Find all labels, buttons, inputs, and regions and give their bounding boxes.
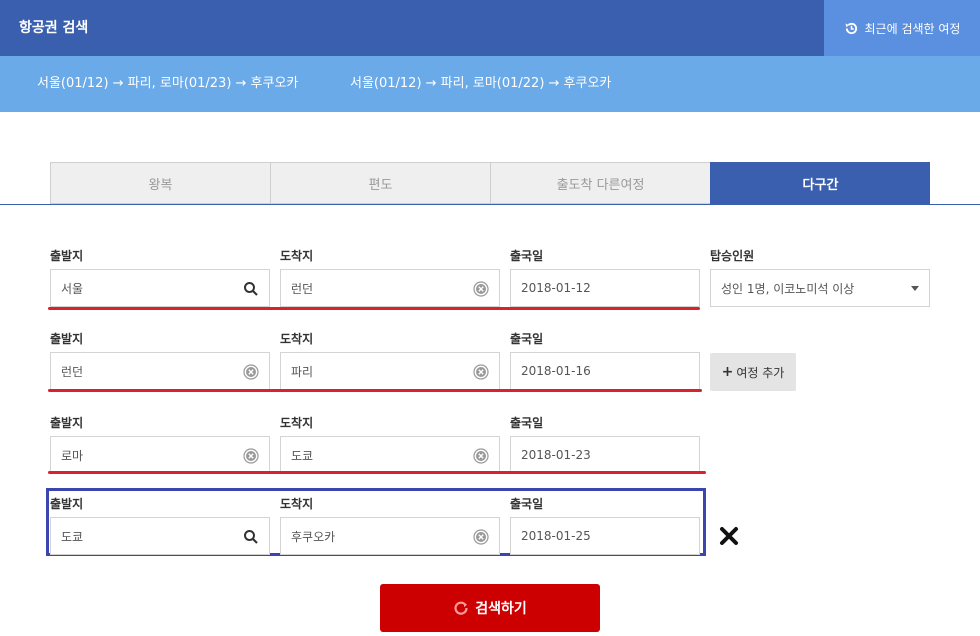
destination-value: 도쿄 <box>291 448 314 463</box>
origin-label: 출발지 <box>50 249 84 263</box>
clear-icon[interactable] <box>243 448 259 464</box>
destination-field[interactable]: 도쿄 <box>280 436 500 474</box>
top-bar: 항공권 검색 최근에 검색한 여정 <box>0 0 980 56</box>
annotation-underline <box>48 389 702 392</box>
destination-label: 도착지 <box>280 497 314 511</box>
search-label: 검색하기 <box>475 601 527 617</box>
tab-round-trip[interactable]: 왕복 <box>50 162 270 204</box>
origin-field[interactable]: 로마 <box>50 436 270 474</box>
date-label: 출국일 <box>510 249 544 263</box>
origin-field[interactable]: 서울 <box>50 269 270 307</box>
date-value: 2018-01-16 <box>521 364 591 378</box>
destination-field[interactable]: 런던 <box>280 269 500 307</box>
clear-icon[interactable] <box>473 448 489 464</box>
destination-label: 도착지 <box>280 332 314 346</box>
history-item[interactable]: 서울(01/12) → 파리, 로마(01/23) → 후쿠오카 <box>37 56 298 112</box>
annotation-underline <box>48 471 706 474</box>
add-leg-button[interactable]: + 여정 추가 <box>710 353 796 391</box>
clear-icon[interactable] <box>473 364 489 380</box>
passengers-value: 성인 1명, 이코노미석 이상 <box>721 281 855 296</box>
tab-underline <box>0 204 980 205</box>
passengers-label: 탑승인원 <box>710 249 755 263</box>
origin-field[interactable]: 런던 <box>50 352 270 390</box>
search-button[interactable]: 검색하기 <box>380 584 600 632</box>
origin-value: 런던 <box>61 364 84 379</box>
origin-field[interactable]: 도쿄 <box>50 517 270 555</box>
date-field[interactable]: 2018-01-12 <box>510 269 700 307</box>
recent-searches-button[interactable]: 최근에 검색한 여정 <box>824 0 980 56</box>
date-value: 2018-01-12 <box>521 281 591 295</box>
date-field[interactable]: 2018-01-16 <box>510 352 700 390</box>
clear-icon[interactable] <box>473 281 489 297</box>
tab-open-jaw[interactable]: 출도착 다른여정 <box>490 162 710 204</box>
date-field[interactable]: 2018-01-25 <box>510 517 700 555</box>
search-icon[interactable] <box>243 529 259 545</box>
page-title: 항공권 검색 <box>19 20 89 36</box>
destination-label: 도착지 <box>280 249 314 263</box>
origin-label: 출발지 <box>50 416 84 430</box>
caret-down-icon <box>911 286 919 291</box>
history-item[interactable]: 서울(01/12) → 파리, 로마(01/22) → 후쿠오카 <box>350 56 611 112</box>
refresh-icon <box>454 601 468 615</box>
search-icon[interactable] <box>243 281 259 297</box>
date-label: 출국일 <box>510 332 544 346</box>
add-leg-label: 여정 추가 <box>736 365 785 380</box>
origin-label: 출발지 <box>50 497 84 511</box>
destination-value: 파리 <box>291 364 314 379</box>
destination-field[interactable]: 파리 <box>280 352 500 390</box>
destination-value: 후쿠오카 <box>291 529 336 544</box>
destination-label: 도착지 <box>280 416 314 430</box>
tab-multi-city[interactable]: 다구간 <box>710 162 930 204</box>
origin-value: 서울 <box>61 281 84 296</box>
date-field[interactable]: 2018-01-23 <box>510 436 700 474</box>
trip-type-tabs: 왕복 편도 출도착 다른여정 다구간 <box>50 162 930 204</box>
tab-one-way[interactable]: 편도 <box>270 162 490 204</box>
origin-value: 로마 <box>61 448 84 463</box>
passengers-select[interactable]: 성인 1명, 이코노미석 이상 <box>710 269 930 307</box>
date-value: 2018-01-25 <box>521 529 591 543</box>
origin-label: 출발지 <box>50 332 84 346</box>
plus-icon: + <box>721 364 734 380</box>
remove-leg-icon[interactable] <box>718 525 740 547</box>
date-label: 출국일 <box>510 497 544 511</box>
recent-history-bar: 서울(01/12) → 파리, 로마(01/23) → 후쿠오카 서울(01/1… <box>0 56 980 112</box>
history-icon <box>844 22 857 34</box>
date-value: 2018-01-23 <box>521 448 591 462</box>
date-label: 출국일 <box>510 416 544 430</box>
origin-value: 도쿄 <box>61 529 84 544</box>
destination-field[interactable]: 후쿠오카 <box>280 517 500 555</box>
clear-icon[interactable] <box>473 529 489 545</box>
annotation-underline <box>48 307 700 310</box>
destination-value: 런던 <box>291 281 314 296</box>
recent-searches-label: 최근에 검색한 여정 <box>864 21 961 36</box>
clear-icon[interactable] <box>243 364 259 380</box>
